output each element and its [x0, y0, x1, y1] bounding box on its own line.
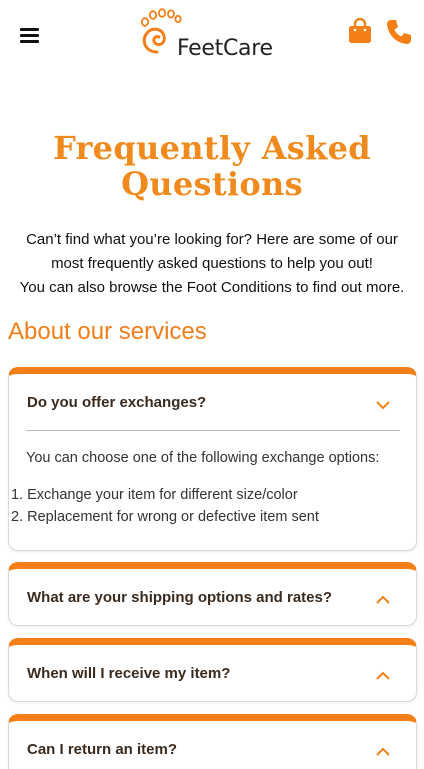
intro-line-2: most frequently asked questions to help … — [51, 255, 373, 272]
chevron-down-icon — [376, 401, 390, 410]
divider — [26, 430, 400, 431]
faq-question-text: Can I return an item? — [27, 741, 178, 758]
hamburger-menu-icon[interactable] — [20, 28, 39, 43]
page-title: Frequently Asked Questions — [0, 130, 424, 202]
section-heading: About our services — [8, 318, 207, 345]
intro-line-1: Can’t find what you’re looking for? Here… — [26, 231, 398, 248]
faq-item-shipping[interactable]: What are your shipping options and rates… — [8, 562, 417, 626]
faq-question-button[interactable]: What are your shipping options and rates… — [9, 569, 416, 625]
shopping-bag-icon[interactable] — [347, 18, 373, 44]
faq-question-button[interactable]: Can I return an item? — [9, 721, 416, 769]
faq-item-returns[interactable]: Can I return an item? — [8, 714, 417, 769]
brand-name: FeetCare — [177, 36, 273, 61]
faq-answer-list: 1. Exchange your item for different size… — [11, 484, 319, 528]
phone-icon[interactable] — [385, 18, 413, 46]
faq-answer-text: You can choose one of the following exch… — [26, 450, 380, 466]
chevron-up-icon — [376, 747, 390, 756]
page-title-line-2: Questions — [121, 165, 303, 203]
faq-question-text: When will I receive my item? — [27, 665, 231, 682]
list-item: 2. Replacement for wrong or defective it… — [11, 509, 319, 525]
feetcare-logo[interactable]: FeetCare — [137, 8, 297, 62]
faq-question-button[interactable]: When will I receive my item? — [9, 645, 416, 701]
site-header: FeetCare — [0, 0, 424, 72]
list-item: 1. Exchange your item for different size… — [11, 487, 298, 503]
page-title-line-1: Frequently Asked — [53, 129, 371, 167]
faq-question-text: What are your shipping options and rates… — [27, 589, 333, 606]
intro-line-3: You can also browse the Foot Conditions … — [19, 279, 405, 296]
faq-item-exchanges: Do you offer exchanges? You can choose o… — [8, 367, 417, 551]
faq-question-button[interactable]: Do you offer exchanges? — [9, 374, 416, 434]
chevron-up-icon — [376, 671, 390, 680]
faq-item-delivery[interactable]: When will I receive my item? — [8, 638, 417, 702]
chevron-up-icon — [376, 595, 390, 604]
intro-text: Can’t find what you’re looking for? Here… — [0, 228, 424, 300]
faq-answer-panel: You can choose one of the following exch… — [9, 434, 416, 550]
faq-question-text: Do you offer exchanges? — [27, 394, 207, 411]
